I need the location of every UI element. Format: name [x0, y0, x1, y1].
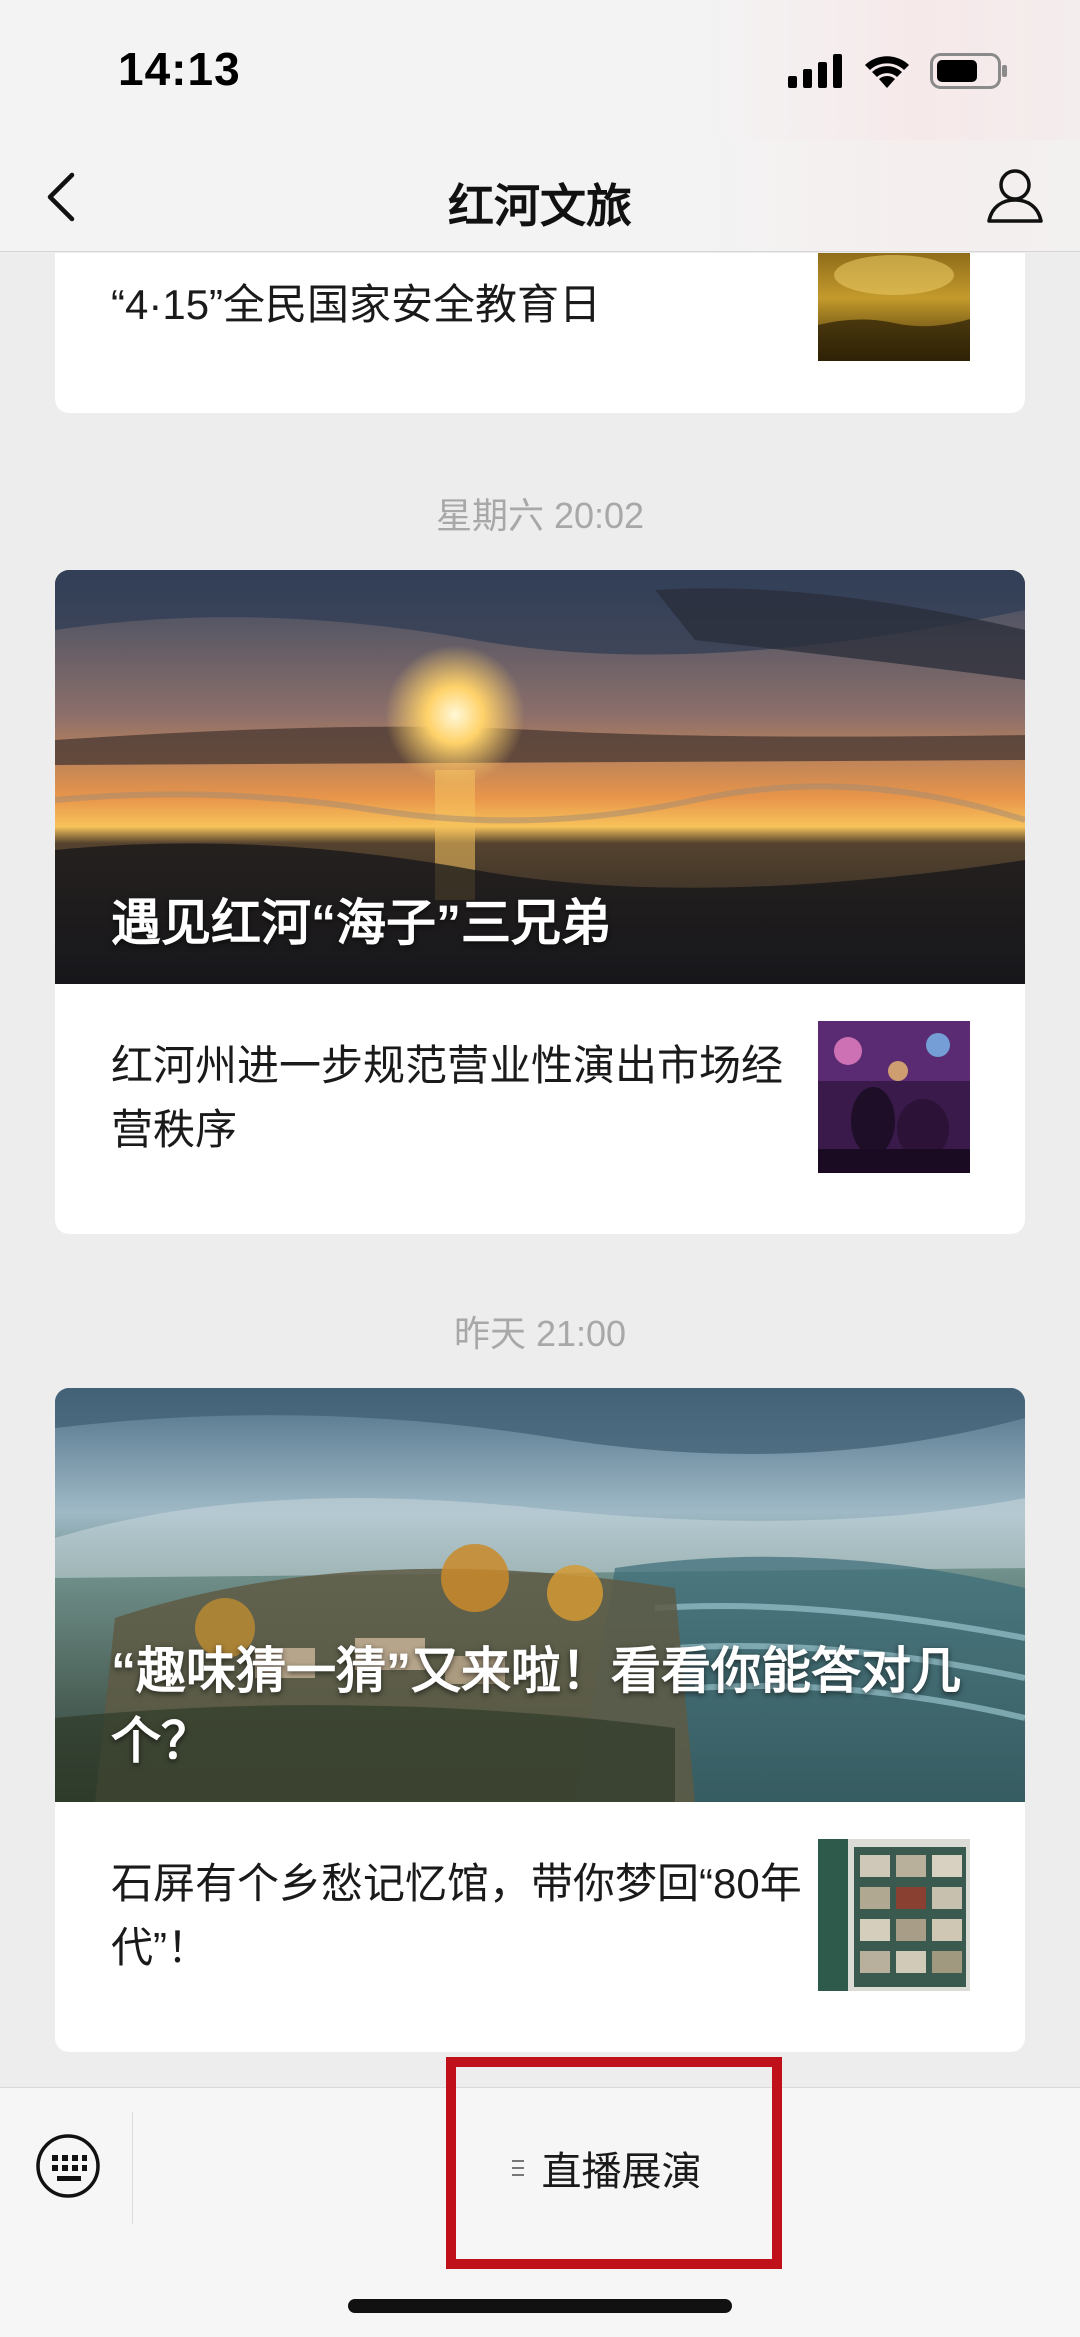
page-title: 红河文旅: [448, 180, 632, 232]
hero-article[interactable]: 遇见红河“海子”三兄弟: [55, 570, 1025, 984]
hero-title: 遇见红河“海子”三兄弟: [111, 895, 611, 951]
article-card: 遇见红河“海子”三兄弟 红河州进一步规范营业性演出市场经营秩序: [55, 570, 1025, 1234]
keyboard-icon: [36, 2134, 100, 2198]
article-title: 石屏有个乡愁记忆馆，带你梦回“80年代”！: [111, 1860, 802, 1971]
timestamp: 昨天 21:00: [453, 1313, 627, 1354]
article-thumbnail: [818, 253, 970, 361]
timestamp: 星期六 20:02: [435, 495, 645, 536]
battery-icon: [930, 53, 1007, 89]
article-card: “趣味猜一猜”又来啦！看看你能答对几个？ 石屏有个乡愁记忆馆，带你梦回“80年代…: [55, 1388, 1025, 2052]
article-title: “4·15”全民国家安全教育日: [111, 281, 602, 328]
profile-button[interactable]: [978, 158, 1052, 232]
article-item[interactable]: 石屏有个乡愁记忆馆，带你梦回“80年代”！: [55, 1802, 1025, 2052]
hero-article[interactable]: “趣味猜一猜”又来啦！看看你能答对几个？: [55, 1388, 1025, 1802]
wifi-icon: [865, 56, 909, 88]
status-icons: [788, 50, 1008, 92]
highlight-box: [446, 2057, 782, 2269]
article-card: “4·15”全民国家安全教育日: [55, 253, 1025, 413]
home-indicator: [348, 2299, 732, 2313]
status-bar: 14:13: [0, 0, 1080, 140]
article-thumbnail: [818, 1839, 970, 1991]
article-title: 红河州进一步规范营业性演出市场经营秩序: [111, 1042, 784, 1153]
navigation-bar: 红河文旅: [0, 140, 1080, 252]
keyboard-toggle-button[interactable]: [30, 2128, 106, 2204]
article-thumbnail: [818, 1021, 970, 1173]
article-item[interactable]: “4·15”全民国家安全教育日: [55, 253, 1025, 413]
user-profile-icon: [987, 169, 1043, 223]
cellular-signal-icon: [788, 54, 842, 88]
status-time: 14:13: [118, 43, 241, 95]
hero-title: “趣味猜一猜”又来啦！看看你能答对几个？: [111, 1643, 961, 1769]
article-item[interactable]: 红河州进一步规范营业性演出市场经营秩序: [55, 984, 1025, 1234]
message-feed[interactable]: “4·15”全民国家安全教育日 星期六 20:02 遇见红河“海子”三兄弟 红河…: [0, 253, 1080, 2087]
